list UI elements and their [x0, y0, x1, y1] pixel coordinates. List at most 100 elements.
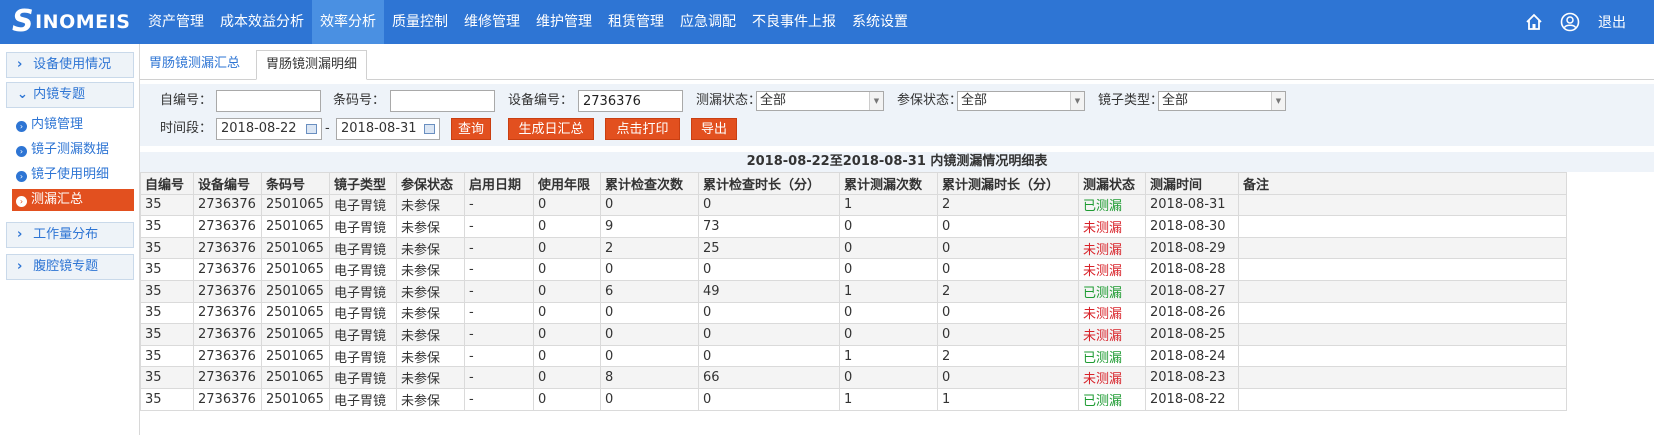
- table-cell: 0: [533, 323, 601, 346]
- table-row[interactable]: 35 2736376 2501065 电子胃镜 未参保 -0 0 0 1 2 已测漏 2018-08-…: [140, 344, 1567, 368]
- daily-summary-button[interactable]: 生成日汇总: [508, 118, 594, 140]
- column-header: 条码号: [261, 172, 330, 195]
- query-button[interactable]: 查询: [451, 118, 491, 140]
- date-to-input[interactable]: 2018-08-31: [336, 118, 440, 140]
- nav-item-efficiency[interactable]: 效率分析: [312, 0, 384, 44]
- table-cell: 0: [698, 301, 840, 325]
- date-separator: -: [325, 121, 330, 136]
- scope-type-value: 全部: [1162, 93, 1189, 108]
- brand-logo[interactable]: S INOMEIS: [0, 0, 140, 44]
- table-cell: 35: [140, 323, 194, 346]
- table-row[interactable]: 35 2736376 2501065 电子胃镜 未参保 -0 2 25 0 0 未测漏 2018-08…: [140, 236, 1567, 260]
- table-cell: 0: [533, 387, 601, 411]
- table-cell: 0: [600, 323, 699, 346]
- sidebar-item-leak-data[interactable]: › 镜子测漏数据: [12, 139, 134, 161]
- table-row[interactable]: 35 2736376 2501065 电子胃镜 未参保 -0 6 49 1 2 已测漏 2018-08…: [140, 279, 1567, 303]
- calendar-icon[interactable]: [424, 124, 435, 134]
- device-no-input[interactable]: [578, 90, 683, 112]
- column-header: 备注: [1238, 172, 1567, 195]
- nav-item-repair[interactable]: 维修管理: [456, 0, 528, 44]
- table-cell: 电子胃镜: [329, 344, 397, 368]
- table-row[interactable]: 35 2736376 2501065 电子胃镜 未参保 -0 8 66 0 0 未测漏 2018-08…: [140, 366, 1567, 389]
- tab-leak-summary[interactable]: 胃肠镜测漏汇总: [140, 50, 249, 80]
- table-cell: [1238, 366, 1567, 389]
- chevron-right-icon: ›: [17, 57, 23, 72]
- sidebar-group-workload[interactable]: › 工作量分布: [6, 222, 134, 248]
- date-from-input[interactable]: 2018-08-22: [216, 118, 322, 140]
- sidebar-item-leak-summary[interactable]: › 测漏汇总: [12, 189, 134, 211]
- table-cell: -: [464, 279, 534, 303]
- nav-item-settings[interactable]: 系统设置: [844, 0, 916, 44]
- table-cell: 未测漏: [1078, 236, 1146, 260]
- sidebar-group-endoscope[interactable]: ⌄ 内镜专题: [6, 82, 134, 108]
- sidebar-item-endoscope-management[interactable]: › 内镜管理: [12, 114, 134, 136]
- table-cell: 2501065: [261, 279, 330, 303]
- table-row[interactable]: 35 2736376 2501065 电子胃镜 未参保 -0 0 0 0 0 未测漏 2018-08-…: [140, 258, 1567, 281]
- table-row[interactable]: 35 2736376 2501065 电子胃镜 未参保 -0 0 0 1 1 已测漏 2018-08-…: [140, 387, 1567, 411]
- table-cell: 0: [698, 344, 840, 368]
- table-cell: 35: [140, 344, 194, 368]
- table-cell: 电子胃镜: [329, 301, 397, 325]
- self-no-label: 自编号：: [160, 93, 213, 108]
- nav-item-quality[interactable]: 质量控制: [384, 0, 456, 44]
- table-cell: 未参保: [396, 344, 465, 368]
- table-row[interactable]: 35 2736376 2501065 电子胃镜 未参保 -0 0 0 0 0 未测漏 2018-08-…: [140, 301, 1567, 325]
- table-cell: 电子胃镜: [329, 258, 397, 281]
- self-no-input[interactable]: [216, 90, 321, 112]
- nav-item-cost-benefit[interactable]: 成本效益分析: [212, 0, 312, 44]
- leak-status-select[interactable]: 全部 ▼: [756, 91, 884, 111]
- scope-type-select[interactable]: 全部 ▼: [1158, 91, 1286, 111]
- table-cell: 0: [533, 236, 601, 260]
- nav-item-maintenance[interactable]: 维护管理: [528, 0, 600, 44]
- table-cell: 0: [839, 323, 938, 346]
- table-cell: [1238, 258, 1567, 281]
- nav-item-emergency[interactable]: 应急调配: [672, 0, 744, 44]
- table-row[interactable]: 35 2736376 2501065 电子胃镜 未参保 -0 0 0 1 2 已测漏 2018-08-…: [140, 193, 1567, 217]
- table-cell: 2501065: [261, 193, 330, 217]
- warranty-select[interactable]: 全部 ▼: [957, 91, 1085, 111]
- table-title: 2018-08-22至2018-08-31 内镜测漏情况明细表: [140, 152, 1654, 172]
- table-cell: 2018-08-22: [1145, 387, 1239, 411]
- brand-name: INOMEIS: [35, 11, 131, 33]
- chevron-right-icon: ›: [17, 227, 23, 242]
- table-row[interactable]: 35 2736376 2501065 电子胃镜 未参保 -0 9 73 0 0 未测漏 2018-08…: [140, 215, 1567, 238]
- table-cell: 25: [698, 236, 840, 260]
- nav-item-lease[interactable]: 租赁管理: [600, 0, 672, 44]
- sidebar-item-usage-detail[interactable]: › 镜子使用明细: [12, 164, 134, 186]
- column-header: 设备编号: [193, 172, 262, 195]
- table-cell: 2018-08-23: [1145, 366, 1239, 389]
- table-row[interactable]: 35 2736376 2501065 电子胃镜 未参保 -0 0 0 0 0 未测漏 2018-08-…: [140, 323, 1567, 346]
- table-cell: 未参保: [396, 236, 465, 260]
- logout-button[interactable]: 退出: [1588, 12, 1654, 32]
- table-header-row: 自编号 设备编号 条码号 镜子类型 参保状态 启用日期 使用年限 累计检查次数 累计检查时长（分…: [140, 172, 1567, 195]
- column-header: 测漏状态: [1078, 172, 1146, 195]
- home-icon[interactable]: [1516, 0, 1552, 44]
- table-cell: 0: [698, 387, 840, 411]
- table-cell: 2: [937, 193, 1079, 217]
- column-header: 累计检查次数: [600, 172, 699, 195]
- device-no-label: 设备编号：: [508, 93, 574, 108]
- user-icon[interactable]: [1552, 0, 1588, 44]
- export-button[interactable]: 导出: [691, 118, 737, 140]
- table-cell: 35: [140, 387, 194, 411]
- calendar-icon[interactable]: [306, 124, 317, 134]
- table-cell: 2018-08-27: [1145, 279, 1239, 303]
- table-cell: 未参保: [396, 279, 465, 303]
- table-cell: [1238, 344, 1567, 368]
- main-nav: 资产管理 成本效益分析 效率分析 质量控制 维修管理 维护管理 租赁管理 应急调…: [140, 0, 916, 44]
- table-cell: 电子胃镜: [329, 387, 397, 411]
- sidebar-group-device-usage[interactable]: › 设备使用情况: [6, 52, 134, 78]
- leak-detail-table: 自编号 设备编号 条码号 镜子类型 参保状态 启用日期 使用年限 累计检查次数 累计检查时长（分…: [140, 172, 1567, 411]
- table-cell: -: [464, 258, 534, 281]
- column-header: 镜子类型: [329, 172, 397, 195]
- table-cell: 2736376: [193, 258, 262, 281]
- nav-item-adverse-event[interactable]: 不良事件上报: [744, 0, 844, 44]
- barcode-input[interactable]: [390, 90, 495, 112]
- print-button[interactable]: 点击打印: [605, 118, 680, 140]
- sidebar-group-laparoscope[interactable]: › 腹腔镜专题: [6, 254, 134, 280]
- tab-leak-detail[interactable]: 胃肠镜测漏明细: [256, 50, 368, 80]
- table-cell: 0: [533, 301, 601, 325]
- scope-type-label: 镜子类型：: [1098, 93, 1164, 108]
- table-cell: 49: [698, 279, 840, 303]
- nav-item-asset[interactable]: 资产管理: [140, 0, 212, 44]
